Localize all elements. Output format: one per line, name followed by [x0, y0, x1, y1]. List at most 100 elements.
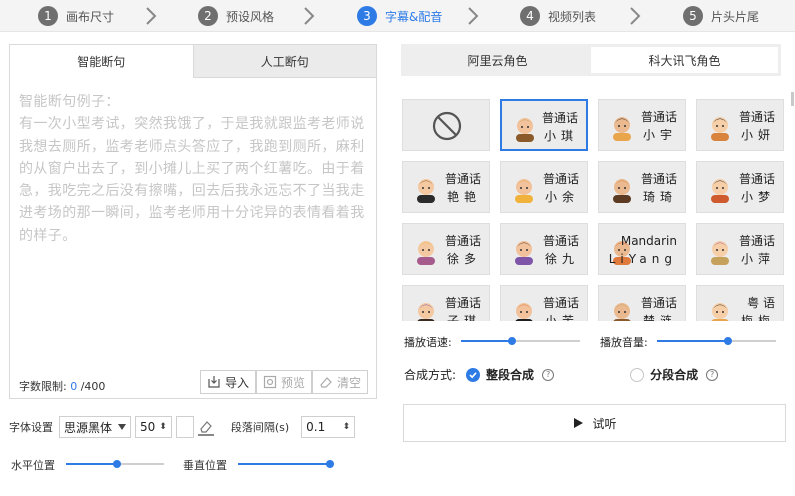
slider-handle[interactable] — [326, 460, 334, 468]
voice-card[interactable]: 普通话 小苦 — [500, 285, 588, 321]
voice-name: 普通话 小萍 — [739, 232, 775, 268]
voice-card[interactable]: 普通话 徐多 — [402, 223, 490, 275]
tab-aliyun-voices[interactable]: 阿里云角色 — [404, 47, 591, 73]
voice-name: 普通话 小妍 — [739, 108, 775, 144]
voice-card[interactable]: 粤 语梅梅 — [696, 285, 784, 321]
voice-name: Mandarin LiYang — [609, 232, 677, 268]
voice-card[interactable]: 普通话 艳艳 — [402, 161, 490, 213]
text-color-eraser-icon[interactable] — [197, 417, 215, 437]
tab-iflytek-voices[interactable]: 科大讯飞角色 — [591, 47, 778, 73]
avatar-xiaoyu2-icon — [515, 179, 533, 203]
voice-card[interactable]: 普通话 小宇 — [598, 99, 686, 151]
help-icon[interactable]: ? — [706, 368, 719, 381]
step-number: 5 — [683, 6, 703, 26]
voice-language: 普通话 — [738, 172, 775, 186]
volume-slider[interactable] — [657, 335, 776, 347]
step-canvas-size[interactable]: 1 画布尺寸 — [38, 5, 114, 27]
avatar-qiqi-icon — [613, 179, 631, 203]
voice-card[interactable]: 普通话 楚涟 — [598, 285, 686, 321]
slider-handle[interactable] — [508, 337, 516, 345]
voice-speaker: 小苦 — [544, 314, 579, 321]
synthesis-split-radio[interactable] — [630, 367, 645, 382]
voice-card[interactable]: 普通话 徐九 — [500, 223, 588, 275]
paragraph-interval-spinner[interactable]: 0.1 ⬍ — [301, 416, 356, 438]
voice-speaker: 楚涟 — [642, 314, 677, 321]
chevron-right-icon — [468, 7, 479, 25]
speed-slider[interactable] — [461, 335, 580, 347]
chevron-right-icon — [146, 7, 157, 25]
tab-smart-sentence[interactable]: 智能断句 — [10, 45, 193, 78]
horizontal-position-slider[interactable] — [66, 458, 164, 470]
slider-handle[interactable] — [724, 337, 732, 345]
font-color-swatch[interactable] — [175, 416, 194, 438]
synthesis-split-label[interactable]: 分段合成 — [650, 366, 698, 383]
horizontal-position-label: 水平位置 — [11, 459, 55, 472]
voice-speaker: 小余 — [544, 190, 579, 204]
avatar-xiaoqi-icon — [516, 118, 534, 142]
preview-button[interactable]: 预览 — [256, 370, 313, 394]
voice-card[interactable]: Mandarin LiYang — [598, 223, 686, 275]
voice-grid-scrollbar[interactable] — [791, 92, 794, 106]
voice-card[interactable]: 普通话 琦琦 — [598, 161, 686, 213]
help-icon[interactable]: ? — [542, 368, 555, 381]
step-subtitle-dubbing[interactable]: 3 字幕&配音 — [357, 5, 442, 27]
voice-language: 普通话 — [640, 172, 677, 186]
step-bar: 1 画布尺寸 2 预设风格 3 字幕&配音 4 视频列表 5 片头片尾 — [0, 0, 795, 32]
voice-none-card[interactable] — [402, 99, 490, 151]
font-size-spinner[interactable]: 50 ⬍ — [135, 416, 172, 438]
step-number: 3 — [357, 6, 377, 26]
voice-speaker: 徐多 — [446, 252, 481, 266]
voice-speaker: 小宇 — [642, 128, 677, 142]
voice-language: 普通话 — [444, 172, 481, 186]
slider-fill — [66, 463, 117, 465]
voice-name: 普通话 徐多 — [445, 232, 481, 268]
step-intro-outro[interactable]: 5 片头片尾 — [683, 5, 759, 27]
spinner-arrows-icon: ⬍ — [159, 422, 167, 432]
step-label: 片头片尾 — [711, 9, 760, 24]
voice-name: 普通话 艳艳 — [445, 170, 481, 206]
sentence-mode-tabs: 智能断句 人工断句 — [10, 45, 376, 78]
import-label: 导入 — [225, 375, 250, 390]
voice-language: 粤 语 — [747, 296, 775, 310]
voice-card[interactable]: 普通话 小妍 — [696, 99, 784, 151]
avatar-xiaomeng-icon — [711, 179, 729, 203]
subtitle-text-area[interactable]: 智能断句例子： 有一次小型考试，突然我饿了，于是我就跟监考老师说我想去厕所，监考… — [19, 91, 371, 331]
voice-speaker: 徐九 — [544, 252, 579, 266]
voice-speaker: 小梦 — [740, 190, 775, 204]
vertical-position-slider[interactable] — [238, 458, 334, 470]
voice-speaker: 琦琦 — [642, 190, 677, 204]
slider-handle[interactable] — [113, 460, 121, 468]
paragraph-interval-value: 0.1 — [306, 420, 326, 434]
subtitle-editor-panel: 智能断句 人工断句 智能断句例子： 有一次小型考试，突然我饿了，于是我就跟监考老… — [9, 44, 377, 399]
voice-card[interactable]: 普通话 小琪 — [500, 99, 588, 151]
voice-language: 普通话 — [444, 296, 481, 310]
step-number: 2 — [198, 6, 218, 26]
font-family-select[interactable]: 思源黑体 — [59, 416, 132, 438]
clear-button[interactable]: 清空 — [312, 370, 369, 394]
check-icon — [469, 371, 477, 378]
tab-manual-sentence[interactable]: 人工断句 — [192, 45, 376, 78]
voice-card[interactable]: 普通话 小梦 — [696, 161, 784, 213]
voice-card[interactable]: 普通话 小萍 — [696, 223, 784, 275]
listen-button[interactable]: 试听 — [403, 404, 786, 442]
step-preset-style[interactable]: 2 预设风格 — [198, 5, 274, 27]
voice-card[interactable]: 普通话 子琪 — [402, 285, 490, 321]
avatar-ziqi-icon — [417, 303, 435, 321]
step-label: 视频列表 — [548, 9, 597, 24]
import-icon — [208, 376, 220, 388]
vertical-position-label: 垂直位置 — [183, 459, 227, 472]
voice-card[interactable]: 普通话 小余 — [500, 161, 588, 213]
voice-name: 普通话 琦琦 — [641, 170, 677, 206]
voice-grid: 普通话 小琪 普通话 小宇 普通话 小妍 普通话 艳艳 普通话 小余 普通话 琦琦 普通话 小梦 普通话 徐多… — [402, 99, 795, 321]
voice-name: 普通话 小余 — [543, 170, 579, 206]
slider-fill — [657, 340, 728, 342]
speed-label: 播放语速: — [404, 336, 452, 349]
import-button[interactable]: 导入 — [200, 370, 257, 394]
chevron-right-icon — [630, 7, 641, 25]
paragraph-interval-label: 段落间隔(s) — [230, 421, 290, 434]
step-video-list[interactable]: 4 视频列表 — [520, 5, 596, 27]
spinner-arrows-icon: ⬍ — [342, 422, 351, 432]
voice-speaker: 子琪 — [446, 314, 481, 321]
synthesis-whole-label[interactable]: 整段合成 — [486, 366, 534, 383]
synthesis-whole-radio[interactable] — [466, 367, 481, 382]
